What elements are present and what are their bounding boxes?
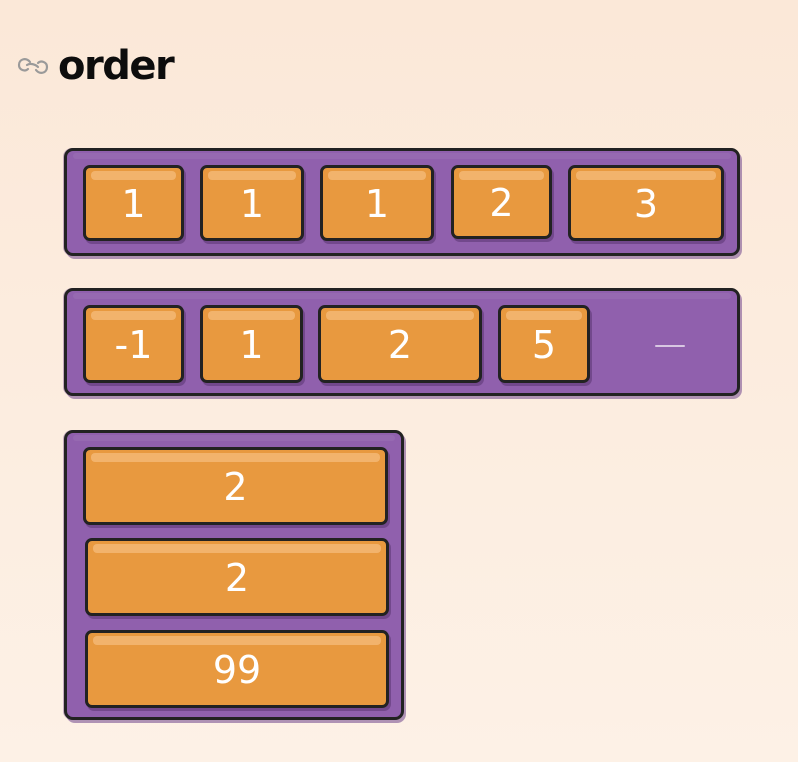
order-value: 1: [364, 182, 390, 226]
order-value: 3: [633, 182, 659, 226]
flex-item: 1: [200, 305, 303, 383]
flex-item: 5: [498, 305, 590, 383]
order-value: -1: [114, 323, 153, 367]
link-icon[interactable]: [16, 53, 50, 79]
sketch-mark: [655, 345, 685, 347]
order-value: 5: [531, 323, 557, 367]
flex-container-row-2: -1 1 2 5: [64, 288, 740, 396]
order-value: 1: [239, 182, 265, 226]
flex-container-column: 2 2 99: [64, 430, 404, 720]
order-value: 1: [121, 182, 146, 226]
flex-item: 2: [451, 165, 552, 239]
order-value: 2: [489, 181, 514, 225]
order-value: 2: [224, 556, 250, 600]
flex-item: -1: [83, 305, 184, 383]
order-value: 2: [223, 465, 248, 509]
order-value: 2: [387, 323, 413, 367]
flex-container-row-1: 1 1 1 2 3: [64, 148, 740, 256]
flex-item: 3: [568, 165, 724, 241]
section-heading: order: [16, 40, 175, 92]
flex-item: 1: [83, 165, 184, 241]
flex-item: 2: [83, 447, 388, 525]
order-value: 1: [239, 323, 264, 367]
flex-item: 2: [85, 538, 389, 616]
flex-item: 1: [320, 165, 434, 241]
page-title: order: [58, 43, 175, 89]
flex-item: 99: [85, 630, 389, 708]
flex-item: 2: [318, 305, 482, 383]
flex-item: 1: [200, 165, 304, 241]
order-value: 99: [212, 648, 262, 692]
